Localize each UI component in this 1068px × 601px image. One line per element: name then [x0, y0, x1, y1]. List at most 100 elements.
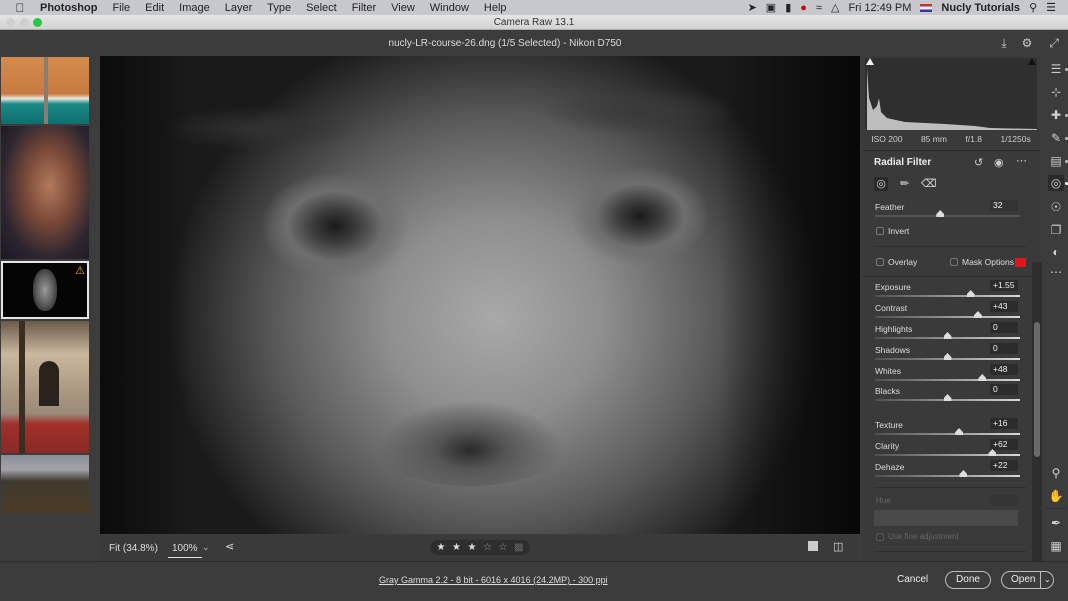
radial-mode-icon[interactable]: ◎ — [874, 177, 888, 191]
slider-blacks[interactable]: Blacks 0 — [875, 384, 1020, 406]
airplay-icon[interactable]: △ — [831, 1, 839, 14]
grid-overlay-icon[interactable]: ▦ — [1048, 538, 1064, 554]
presets-icon[interactable]: ◐ — [1048, 244, 1064, 260]
cancel-button[interactable]: Cancel — [897, 574, 928, 585]
trash-icon[interactable]: ▩ — [514, 542, 523, 553]
slider-value-field[interactable]: +1.55 — [990, 280, 1018, 291]
slider-value-field[interactable]: 0 — [990, 384, 1018, 395]
slider-whites[interactable]: Whites +48 — [875, 364, 1020, 386]
fit-zoom-button[interactable]: Fit (34.8%) — [109, 543, 158, 554]
healing-bandage-icon[interactable]: ✚ — [1048, 107, 1064, 123]
slider-texture[interactable]: Texture +16 — [875, 418, 1020, 440]
reset-icon[interactable]: ↺ — [974, 156, 983, 169]
red-eye-icon[interactable]: ☉ — [1048, 199, 1064, 215]
star-2[interactable]: ★ — [452, 542, 461, 553]
close-window-button[interactable] — [6, 18, 15, 27]
clock[interactable]: Fri 12:49 PM — [848, 2, 911, 14]
slider-exposure[interactable]: Exposure +1.55 — [875, 280, 1020, 302]
apple-icon[interactable]:  — [12, 1, 28, 15]
more-options-icon[interactable]: ⋯ — [1016, 154, 1027, 167]
thumbnail-building[interactable] — [1, 321, 89, 453]
edit-sliders-icon[interactable]: ☰ — [1048, 61, 1064, 77]
mask-color-swatch[interactable] — [1015, 258, 1026, 267]
save-image-icon[interactable]: ⤓ — [997, 36, 1011, 50]
workflow-options-link[interactable]: Gray Gamma 2.2 - 8 bit - 6016 x 4016 (24… — [379, 575, 608, 585]
menu-edit[interactable]: Edit — [145, 2, 164, 14]
slider-track[interactable] — [875, 295, 1020, 297]
slider-handle[interactable] — [943, 394, 952, 401]
scrollbar-thumb[interactable] — [1034, 322, 1040, 457]
feather-handle[interactable] — [936, 210, 945, 217]
slider-handle[interactable] — [943, 332, 952, 339]
spotlight-search-icon[interactable]: ⚲ — [1029, 1, 1037, 14]
screen-record-icon[interactable]: ▣ — [766, 1, 776, 14]
zoom-tool-icon[interactable]: ⚲ — [1048, 465, 1064, 481]
notification-center-icon[interactable]: ☰ — [1046, 1, 1056, 14]
zoom-100-button[interactable]: 100% — [168, 543, 202, 558]
menu-type[interactable]: Type — [267, 2, 291, 14]
wifi-icon[interactable]: ≈ — [816, 2, 822, 14]
slider-handle[interactable] — [955, 428, 964, 435]
maximize-window-button[interactable] — [33, 18, 42, 27]
feather-value[interactable]: 32 — [990, 200, 1018, 211]
user-name[interactable]: Nucly Tutorials — [941, 2, 1020, 14]
more-tools-icon[interactable]: ⋯ — [1048, 264, 1064, 280]
slider-handle[interactable] — [959, 470, 968, 477]
minimize-window-button[interactable] — [20, 18, 29, 27]
settings-gear-icon[interactable]: ⚙ — [1020, 36, 1034, 50]
slider-clarity[interactable]: Clarity +62 — [875, 439, 1020, 461]
before-after-icon[interactable]: ◫ — [833, 540, 843, 553]
eraser-icon[interactable]: ⌫ — [921, 177, 937, 190]
menu-select[interactable]: Select — [306, 2, 337, 14]
open-button[interactable]: Open ⌄ — [1001, 571, 1054, 589]
menu-window[interactable]: Window — [430, 2, 469, 14]
feather-track[interactable] — [875, 215, 1020, 217]
mask-options-checkbox[interactable] — [950, 258, 958, 266]
slider-value-field[interactable]: +43 — [990, 301, 1018, 312]
slider-value-field[interactable]: +62 — [990, 439, 1018, 450]
adjustment-brush-icon[interactable]: ✎ — [1048, 130, 1064, 146]
slider-value-field[interactable]: 0 — [990, 343, 1018, 354]
slider-contrast[interactable]: Contrast +43 — [875, 301, 1020, 323]
slider-track[interactable] — [875, 433, 1020, 435]
slider-track[interactable] — [875, 475, 1020, 477]
slider-value-field[interactable]: 0 — [990, 322, 1018, 333]
toggle-filmstrip-icon[interactable]: ⋖ — [225, 540, 234, 553]
slider-value-field[interactable]: +48 — [990, 364, 1018, 375]
menu-help[interactable]: Help — [484, 2, 507, 14]
done-button[interactable]: Done — [945, 571, 991, 589]
slider-track[interactable] — [875, 454, 1020, 456]
feather-slider[interactable]: Feather 32 — [875, 200, 1020, 222]
location-icon[interactable]: ➤ — [748, 1, 757, 14]
snapshots-icon[interactable]: ❐ — [1048, 222, 1064, 238]
slider-track[interactable] — [875, 316, 1020, 318]
thumbnail-woman-veil[interactable] — [1, 126, 89, 259]
graduated-filter-icon[interactable]: ▤ — [1048, 153, 1064, 169]
thumbnail-bw-portrait-selected[interactable]: ⚠ — [1, 261, 89, 319]
hand-tool-icon[interactable]: ✋ — [1048, 488, 1064, 504]
menu-image[interactable]: Image — [179, 2, 210, 14]
slider-track[interactable] — [875, 379, 1020, 381]
star-3[interactable]: ★ — [467, 542, 476, 553]
thumbnail-landscape[interactable] — [1, 455, 89, 513]
slider-shadows[interactable]: Shadows 0 — [875, 343, 1020, 365]
menu-filter[interactable]: Filter — [352, 2, 376, 14]
radial-filter-icon[interactable]: ◎ — [1048, 175, 1064, 191]
single-view-icon[interactable] — [808, 541, 818, 551]
slider-handle[interactable] — [978, 374, 987, 381]
slider-highlights[interactable]: Highlights 0 — [875, 322, 1020, 344]
open-options-chevron-icon[interactable]: ⌄ — [1040, 572, 1051, 588]
fullscreen-icon[interactable]: ⤢ — [1047, 36, 1061, 50]
visibility-eye-icon[interactable]: ◉ — [994, 156, 1004, 169]
menu-file[interactable]: File — [112, 2, 130, 14]
slider-handle[interactable] — [943, 353, 952, 360]
invert-checkbox[interactable] — [876, 227, 884, 235]
star-4[interactable]: ☆ — [483, 542, 492, 553]
slider-dehaze[interactable]: Dehaze +22 — [875, 460, 1020, 482]
slider-handle[interactable] — [988, 449, 997, 456]
menu-layer[interactable]: Layer — [225, 2, 253, 14]
creative-cloud-icon[interactable]: ● — [800, 2, 807, 14]
menu-app-name[interactable]: Photoshop — [40, 2, 97, 14]
overlay-checkbox[interactable] — [876, 258, 884, 266]
slider-value-field[interactable]: +16 — [990, 418, 1018, 429]
